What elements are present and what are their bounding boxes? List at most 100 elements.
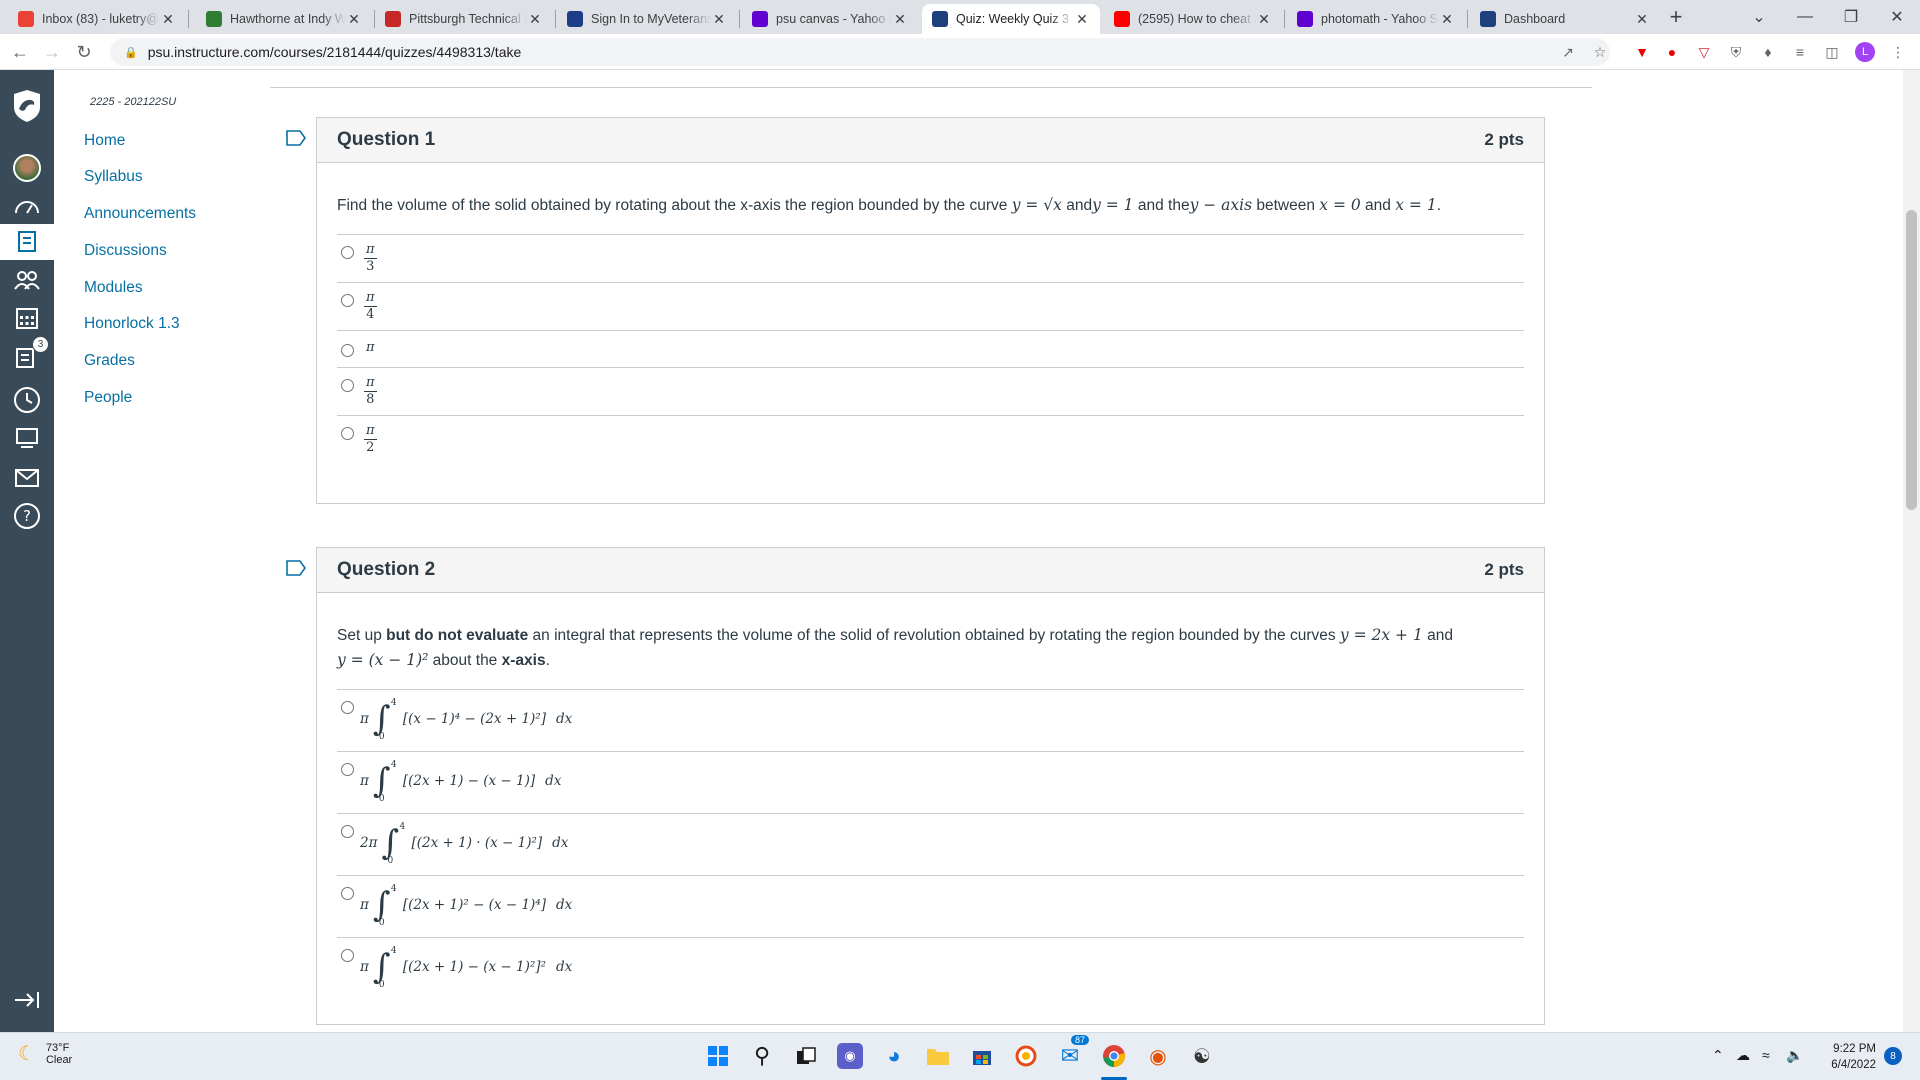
share-icon[interactable]: ↗ [1558,42,1578,62]
calendar-icon[interactable] [0,300,54,336]
reading-list-icon[interactable]: ≡ [1790,42,1810,62]
menu-kebab-icon[interactable]: ⋮ [1888,42,1908,62]
photos-icon[interactable] [1013,1043,1039,1069]
tray-chevron-icon[interactable]: ⌃ [1712,1047,1724,1064]
close-tab-icon[interactable]: ✕ [1074,11,1090,28]
answer-option[interactable]: π ∫ 4 0 [(x − 1)⁴ − (2x + 1)²] dx [337,689,1524,751]
close-tab-icon[interactable]: ✕ [1256,11,1272,28]
answer-option[interactable]: π ∫ 4 0 [(2x + 1) − (x − 1)²]² dx [337,937,1524,999]
game-app-icon[interactable]: ☯ [1189,1043,1215,1069]
radio-button[interactable] [341,427,354,440]
course-nav-modules[interactable]: Modules [84,279,143,297]
courses-icon[interactable] [0,224,54,260]
chrome-icon[interactable] [1101,1043,1127,1069]
radio-button[interactable] [341,246,354,259]
answer-option[interactable]: π2 [337,415,1524,463]
radio-button[interactable] [341,294,354,307]
account-avatar[interactable] [0,150,54,186]
minimize-button[interactable]: — [1782,0,1828,34]
answer-option[interactable]: π4 [337,282,1524,330]
close-tab-icon[interactable]: ✕ [160,11,176,28]
extensions-puzzle-icon[interactable]: ♦ [1758,42,1778,62]
groups-icon[interactable] [0,262,54,298]
browser-tab[interactable]: Sign In to MyVeterans ✕ [557,4,737,34]
pocket-extension-icon[interactable]: ▽ [1694,42,1714,62]
windows-start-icon[interactable] [705,1043,731,1069]
radio-button[interactable] [341,344,354,357]
wifi-icon[interactable]: ≈ [1762,1047,1770,1063]
course-nav-home[interactable]: Home [84,132,125,150]
browser-tab[interactable]: Hawthorne at Indy We ✕ [196,4,372,34]
radio-button[interactable] [341,379,354,392]
browser-tab[interactable]: (2595) How to cheat h ✕ [1104,4,1282,34]
notification-badge[interactable]: 8 [1884,1047,1902,1065]
file-explorer-icon[interactable] [925,1043,951,1069]
course-nav-honorlock-1-3[interactable]: Honorlock 1.3 [84,315,180,333]
onedrive-icon[interactable]: ☁ [1736,1047,1750,1064]
close-tab-icon[interactable]: ✕ [527,11,543,28]
radio-button[interactable] [341,949,354,962]
psu-logo-icon[interactable] [0,86,54,126]
course-nav-people[interactable]: People [84,389,132,407]
help-icon[interactable]: ? [0,498,54,534]
scrollbar-thumb[interactable] [1906,210,1917,510]
course-nav-syllabus[interactable]: Syllabus [84,168,143,186]
answer-option[interactable]: 2π ∫ 4 0 [(2x + 1) · (x − 1)²] dx [337,813,1524,875]
inbox-mail-icon[interactable] [0,460,54,496]
radio-button[interactable] [341,887,354,900]
forward-icon[interactable]: → [40,40,64,64]
answer-option[interactable]: π8 [337,367,1524,415]
flag-question-1-icon[interactable] [286,130,306,146]
back-icon[interactable]: ← [8,40,32,64]
mail-icon[interactable]: ✉ 87 [1057,1035,1090,1069]
side-panel-icon[interactable]: ◫ [1822,42,1842,62]
volume-icon[interactable]: 🔈 [1786,1047,1803,1064]
history-clock-icon[interactable] [0,382,54,418]
ublock-extension-icon[interactable]: ▼ [1632,42,1652,62]
new-tab-button[interactable]: + [1663,4,1689,30]
browser-tab[interactable]: psu canvas - Yahoo Se ✕ [742,4,918,34]
radio-button[interactable] [341,825,354,838]
profile-avatar[interactable]: L [1855,42,1875,62]
close-tab-icon[interactable]: ✕ [1439,11,1455,28]
course-nav-announcements[interactable]: Announcements [84,205,196,223]
opera-extension-icon[interactable]: ● [1662,42,1682,62]
teams-chat-icon[interactable]: ◉ [837,1043,863,1069]
task-view-icon[interactable] [793,1043,819,1069]
shield-extension-icon[interactable]: ⛨ [1726,42,1746,62]
studio-icon[interactable] [0,420,54,456]
collapse-nav-icon[interactable] [0,982,54,1018]
answer-option[interactable]: π3 [337,234,1524,282]
answer-option[interactable]: π ∫ 4 0 [(2x + 1)² − (x − 1)⁴] dx [337,875,1524,937]
close-tab-icon[interactable]: ✕ [1634,11,1650,28]
course-nav-discussions[interactable]: Discussions [84,242,167,260]
search-icon[interactable]: ⚲ [749,1043,775,1069]
bookmark-star-icon[interactable]: ☆ [1590,42,1610,62]
dashboard-icon[interactable] [0,188,54,224]
close-tab-icon[interactable]: ✕ [346,11,362,28]
weather-widget[interactable]: ☾ 73°F Clear [18,1041,72,1066]
browser-tab[interactable]: photomath - Yahoo Se ✕ [1287,4,1465,34]
browser-tab[interactable]: Quiz: Weekly Quiz 3 (✕ [922,4,1100,34]
browser-tab[interactable]: Inbox (83) - luketry@g ✕ [8,4,186,34]
flag-question-2-icon[interactable] [286,560,306,576]
radio-button[interactable] [341,763,354,776]
edge-icon[interactable]: ◕ [881,1043,907,1069]
tab-search-icon[interactable]: ⌄ [1736,0,1782,34]
browser-tab[interactable]: Dashboard ✕ [1470,4,1660,34]
store-icon[interactable] [969,1043,995,1069]
inbox-todo-icon[interactable]: 3 [0,336,54,374]
answer-option[interactable]: π [337,330,1524,367]
radio-button[interactable] [341,701,354,714]
reload-icon[interactable]: ↻ [72,40,96,64]
course-nav-grades[interactable]: Grades [84,352,135,370]
system-clock[interactable]: 9:22 PM 6/4/2022 [1820,1041,1876,1073]
address-bar[interactable]: 🔒 psu.instructure.com/courses/2181444/qu… [110,38,1610,66]
close-tab-icon[interactable]: ✕ [711,11,727,28]
close-tab-icon[interactable]: ✕ [892,11,908,28]
maps-pin-icon[interactable]: ◉ [1145,1043,1171,1069]
answer-option[interactable]: π ∫ 4 0 [(2x + 1) − (x − 1)] dx [337,751,1524,813]
browser-tab[interactable]: Pittsburgh Technical C ✕ [375,4,553,34]
restore-button[interactable]: ❐ [1828,0,1874,34]
close-window-button[interactable]: ✕ [1874,0,1920,34]
